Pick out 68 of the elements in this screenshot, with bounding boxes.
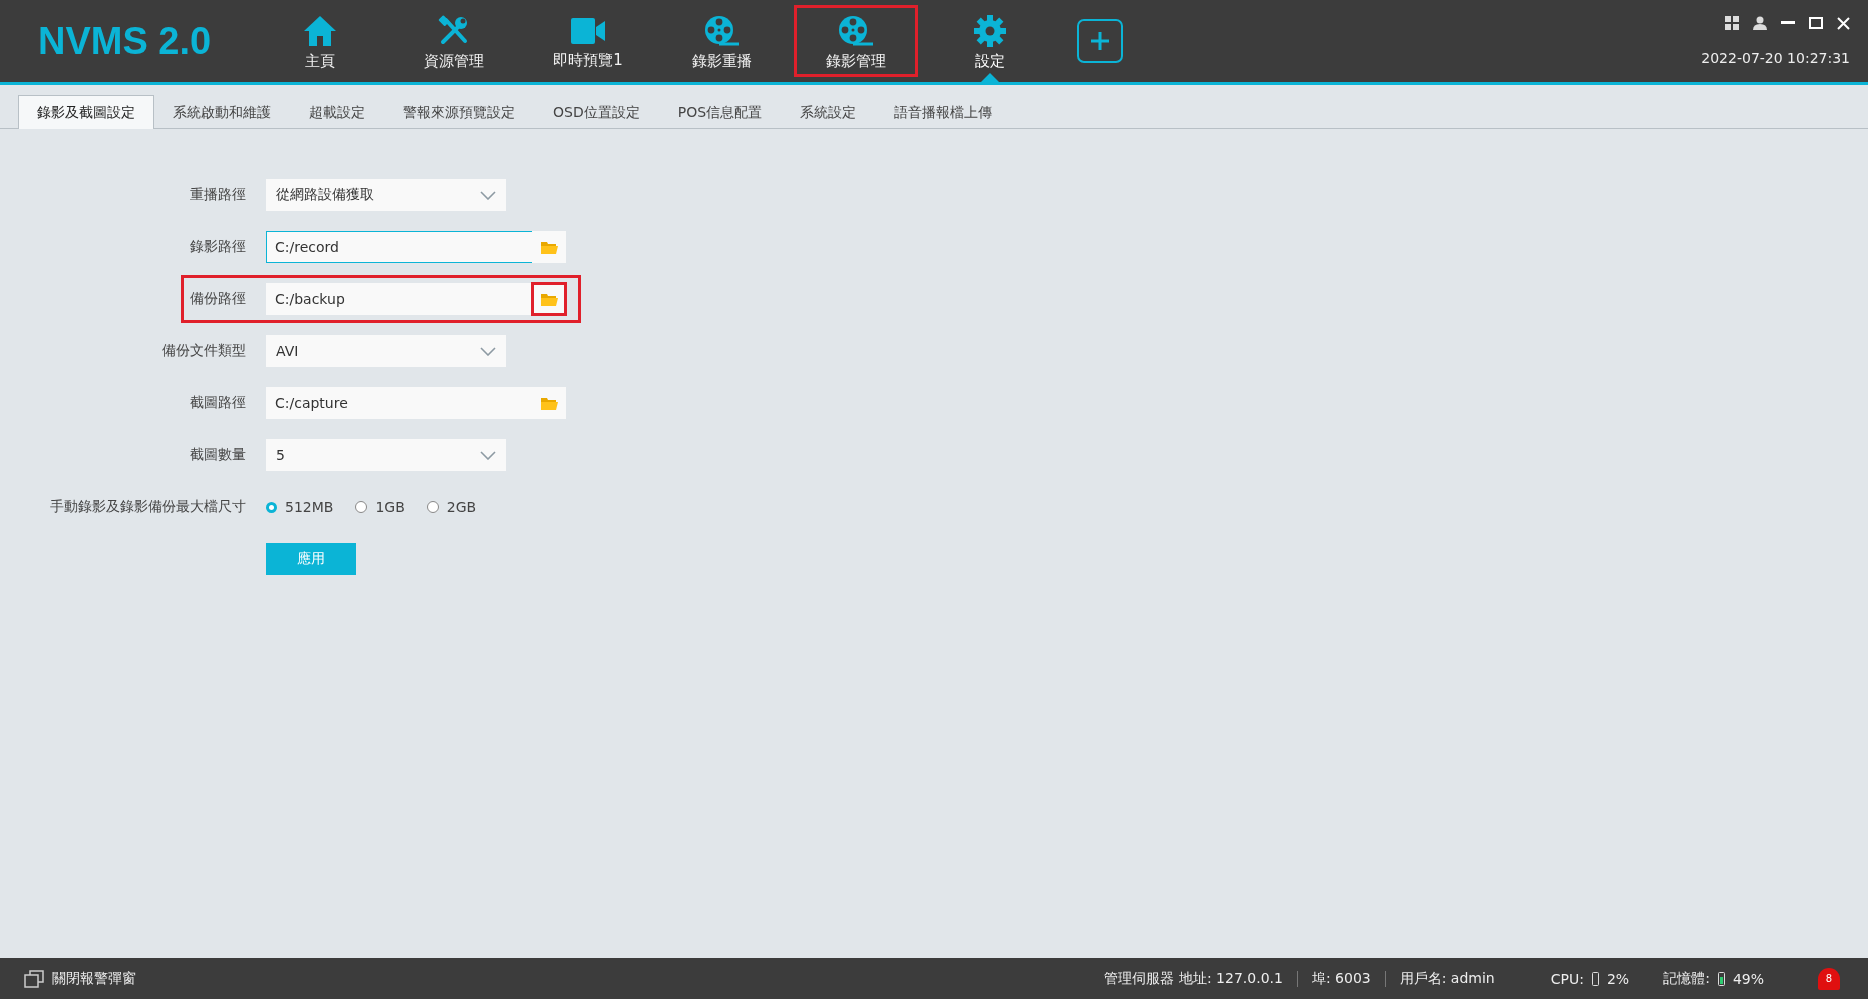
folder-icon bbox=[540, 396, 558, 410]
folder-icon bbox=[540, 292, 558, 306]
tools-icon bbox=[438, 15, 470, 47]
tab[interactable]: 系統設定 bbox=[781, 95, 876, 129]
field-label: 重播路徑 bbox=[190, 186, 246, 202]
nav-item[interactable]: 資源管理 bbox=[387, 0, 521, 82]
battery-icon bbox=[1717, 971, 1725, 986]
add-button[interactable] bbox=[1077, 19, 1123, 63]
chevron-down-icon bbox=[480, 450, 496, 460]
maximize-icon[interactable] bbox=[1809, 17, 1823, 29]
date-time: 2022-07-20 10:27:31 bbox=[1701, 50, 1850, 66]
tab[interactable]: 系統啟動和維護 bbox=[154, 95, 290, 129]
windows-icon bbox=[24, 969, 44, 988]
field-label: 截圖路徑 bbox=[190, 394, 246, 410]
field-label: 截圖數量 bbox=[190, 446, 246, 462]
dropdown-field[interactable]: 從網路設備獲取 bbox=[266, 179, 506, 211]
grid-icon[interactable] bbox=[1725, 16, 1739, 30]
path-field[interactable]: C:/record bbox=[266, 231, 532, 263]
tab[interactable]: 語音播報檔上傳 bbox=[875, 95, 1012, 129]
film-reel-icon bbox=[704, 15, 740, 47]
chevron-down-icon bbox=[480, 190, 496, 200]
tab[interactable]: 錄影及截圖設定 bbox=[18, 95, 154, 129]
tab[interactable]: 超載設定 bbox=[290, 95, 384, 129]
memory-usage: 49% bbox=[1732, 970, 1764, 987]
server-address: 管理伺服器 地址: 127.0.0.1 bbox=[1104, 969, 1283, 988]
user-icon[interactable] bbox=[1753, 16, 1767, 30]
path-field[interactable]: C:/capture bbox=[266, 387, 532, 419]
alarm-badge[interactable]: 8 bbox=[1818, 967, 1840, 990]
dropdown-field[interactable]: 5 bbox=[266, 439, 506, 471]
nav-item[interactable]: 設定 bbox=[923, 0, 1057, 82]
radio-circle[interactable] bbox=[266, 501, 277, 513]
close-alarm-popup-button[interactable]: 關閉報警彈窗 bbox=[18, 968, 142, 989]
memory-label: 記憶體: bbox=[1663, 969, 1710, 988]
tab[interactable]: 警報來源預覽設定 bbox=[384, 95, 534, 129]
cpu-label: CPU: bbox=[1550, 970, 1584, 987]
port-number: 埠: 6003 bbox=[1311, 969, 1371, 988]
field-label: 錄影路徑 bbox=[190, 238, 246, 254]
plus-icon bbox=[1089, 30, 1111, 52]
folder-icon bbox=[540, 240, 558, 254]
video-camera-icon bbox=[570, 16, 606, 46]
tab[interactable]: POS信息配置 bbox=[658, 95, 782, 129]
battery-icon bbox=[1591, 971, 1599, 986]
close-icon[interactable] bbox=[1837, 16, 1850, 30]
path-field[interactable]: C:/backup bbox=[266, 283, 532, 315]
cpu-usage: 2% bbox=[1606, 970, 1630, 987]
settings-icon bbox=[974, 15, 1006, 47]
selection-pointer bbox=[981, 73, 999, 82]
radio-option[interactable]: 512MB bbox=[266, 499, 334, 515]
radio-circle[interactable] bbox=[355, 501, 368, 513]
browse-folder-button[interactable] bbox=[532, 283, 566, 315]
app-logo: NVMS 2.0 bbox=[38, 19, 213, 63]
nav-item[interactable]: 錄影重播 bbox=[655, 0, 789, 82]
tab[interactable]: OSD位置設定 bbox=[534, 95, 659, 129]
field-label: 備份文件類型 bbox=[162, 342, 246, 358]
field-label: 備份路徑 bbox=[190, 290, 246, 306]
minimize-icon[interactable] bbox=[1781, 21, 1795, 25]
nav-item[interactable]: 即時預覽1 bbox=[521, 0, 655, 82]
nav-item[interactable]: 主頁 bbox=[253, 0, 387, 82]
film-reel-icon bbox=[838, 15, 874, 47]
user-name: 用戶名: admin bbox=[1399, 969, 1495, 988]
chevron-down-icon bbox=[480, 346, 496, 356]
radio-option[interactable]: 2GB bbox=[426, 499, 477, 515]
home-icon bbox=[303, 15, 337, 47]
field-label: 手動錄影及錄影備份最大檔尺寸 bbox=[50, 498, 246, 514]
radio-circle[interactable] bbox=[426, 501, 439, 513]
nav-item[interactable]: 錄影管理 bbox=[789, 0, 923, 82]
dropdown-field[interactable]: AVI bbox=[266, 335, 506, 367]
radio-option[interactable]: 1GB bbox=[355, 499, 405, 515]
